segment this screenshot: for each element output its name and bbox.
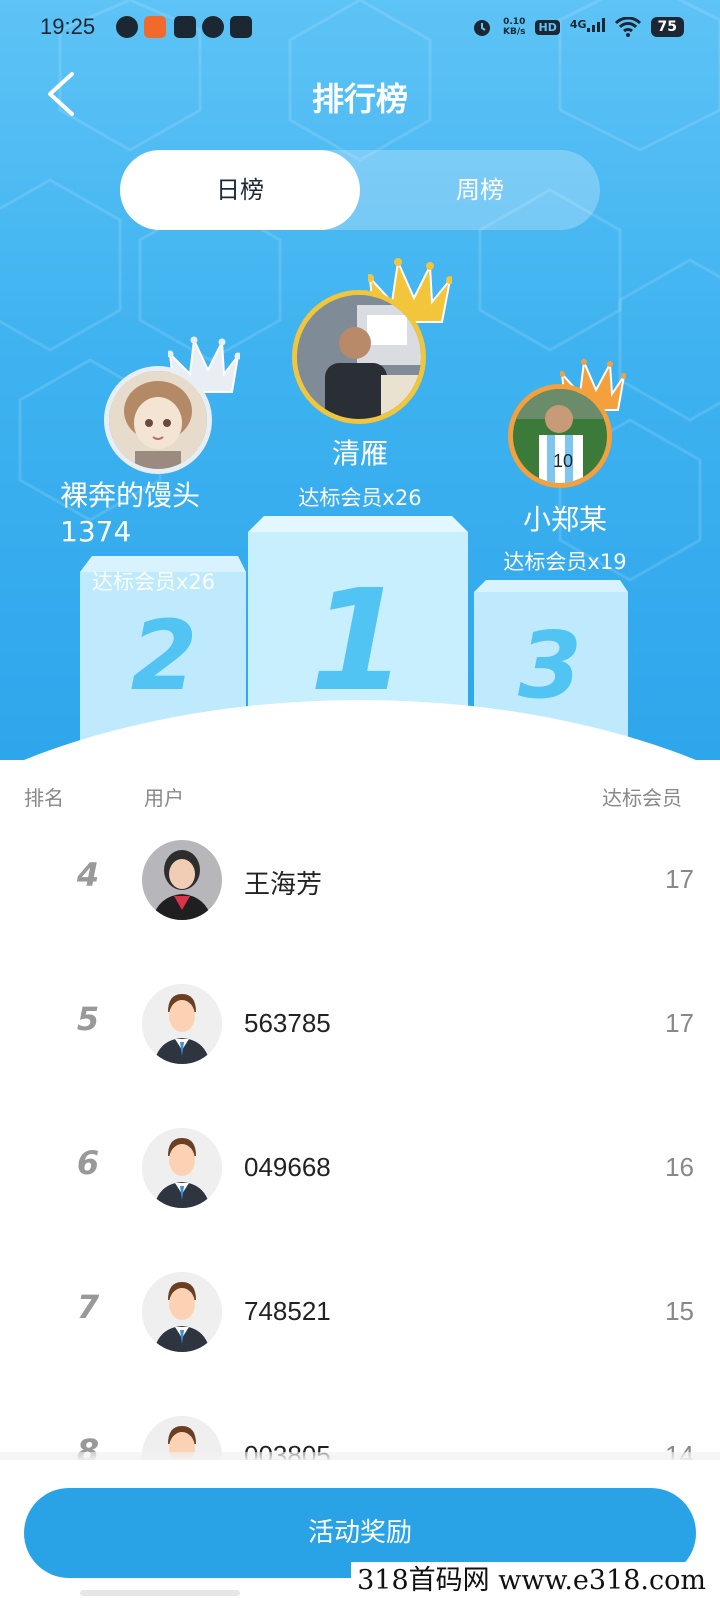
podium-rank-1: 1: [309, 560, 407, 723]
podium-rank-3: 3: [517, 612, 582, 719]
row-name: 王海芳: [244, 869, 323, 899]
svg-text:10: 10: [553, 451, 573, 471]
row-name: 049668: [244, 1152, 331, 1182]
row-rank: 5: [76, 1000, 100, 1038]
default-avatar-icon[interactable]: [142, 984, 222, 1064]
third-sub: 达标会员x19: [503, 550, 627, 574]
header-count: 达标会员: [602, 786, 682, 810]
second-sub: 达标会员x26: [92, 570, 216, 594]
row-name: 748521: [244, 1296, 331, 1326]
first-name: 清雁: [331, 437, 388, 470]
header-rank: 排名: [24, 786, 64, 810]
list-item[interactable]: 5 563785 17: [0, 956, 720, 1100]
list-item[interactable]: 6 049668 16: [0, 1100, 720, 1244]
avatar[interactable]: [142, 840, 222, 920]
default-avatar-icon[interactable]: [142, 1128, 222, 1208]
avatar-second[interactable]: [104, 366, 212, 474]
row-rank: 6: [76, 1144, 100, 1182]
row-count: 16: [665, 1152, 694, 1182]
watermark: 318首码网 www.e318.com: [351, 1562, 712, 1600]
default-avatar-icon[interactable]: [142, 1272, 222, 1352]
list-item[interactable]: 7 748521 15: [0, 1244, 720, 1388]
row-rank: 4: [76, 856, 100, 894]
list-header: 排名 用户 达标会员: [0, 782, 720, 812]
first-sub: 达标会员x26: [298, 486, 422, 510]
second-name: 裸奔的馒头 1374: [60, 479, 201, 548]
home-indicator[interactable]: [80, 1590, 240, 1596]
third-name: 小郑某: [522, 503, 607, 536]
row-count: 15: [665, 1296, 694, 1326]
row-name: 563785: [244, 1008, 331, 1038]
header-user: 用户: [144, 786, 184, 810]
row-count: 17: [665, 1008, 694, 1038]
row-rank: 7: [76, 1288, 100, 1326]
row-count: 17: [665, 864, 694, 894]
podium-rank-2: 2: [130, 600, 198, 712]
avatar-first[interactable]: [292, 290, 426, 424]
avatar-third[interactable]: 10: [508, 384, 612, 488]
list-item[interactable]: 4 王海芳 17: [0, 812, 720, 956]
hero-banner: 19:25 0.10 KB/s HD 4G 75 排行榜 日榜 周榜 2 1 3…: [0, 0, 720, 760]
